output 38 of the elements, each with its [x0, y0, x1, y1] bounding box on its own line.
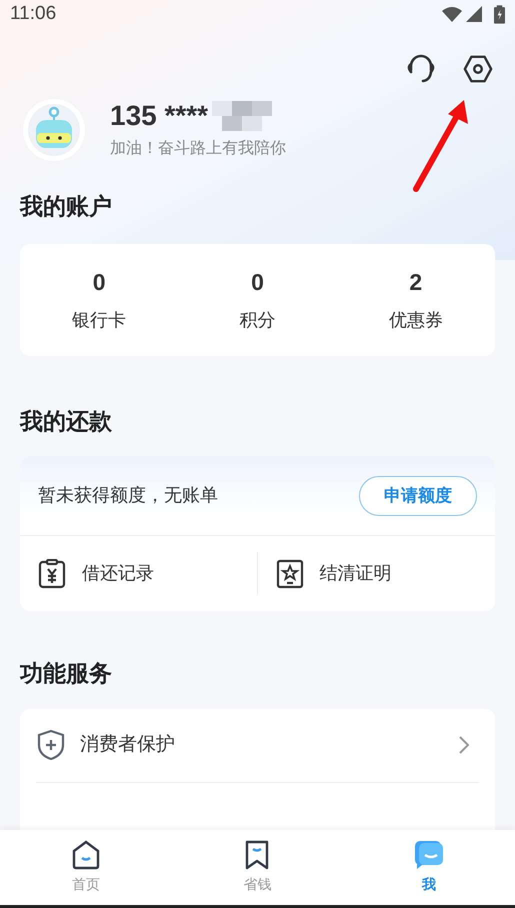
link-label: 结清证明 [320, 562, 392, 585]
service-item[interactable]: 消费者保护 [36, 708, 479, 782]
nav-label: 省钱 [243, 875, 272, 894]
section-title: 我的账户 [18, 192, 113, 221]
home-icon [70, 840, 101, 870]
shield-plus-icon [36, 729, 66, 761]
nav-label: 我 [422, 875, 436, 894]
chevron-right-icon [459, 736, 469, 754]
nav-tab[interactable]: 省钱 [172, 830, 344, 905]
stat-value: 2 [409, 268, 422, 297]
service-label: 消费者保护 [80, 732, 176, 757]
clipboard-yen-icon [38, 558, 66, 588]
stat-value: 0 [251, 268, 264, 297]
nav-tab[interactable]: 首页 [0, 830, 172, 905]
apply-button[interactable]: 申请额度 [359, 476, 477, 516]
avatar [22, 98, 86, 162]
stat-value: 0 [92, 268, 106, 297]
section-title: 功能服务 [18, 659, 113, 688]
repayment-status: 暂未获得额度，无账单 [38, 484, 218, 507]
nav-label: 首页 [72, 875, 100, 894]
headset-icon[interactable] [405, 52, 437, 84]
stat-label: 积分 [239, 309, 276, 332]
section-title: 我的还款 [18, 406, 113, 436]
phone-number: 135 **** [110, 99, 208, 133]
battery-icon [494, 4, 505, 24]
link-label: 借还记录 [82, 562, 154, 585]
repayment-link[interactable]: 结清证明 [258, 536, 495, 611]
nav-tab[interactable]: 我 [343, 830, 515, 905]
wifi-icon [442, 6, 462, 22]
signal-icon [466, 6, 482, 22]
slogan-text: 加油！奋斗路上有我陪你 [110, 138, 286, 159]
redacted-digits [212, 101, 272, 131]
stat-label: 优惠券 [388, 309, 443, 332]
settings-icon[interactable] [463, 54, 493, 84]
stat-label: 银行卡 [72, 309, 126, 332]
status-time: 11:06 [10, 2, 56, 26]
repayment-link[interactable]: 借还记录 [20, 552, 258, 595]
chat-bubble-icon [414, 840, 444, 870]
